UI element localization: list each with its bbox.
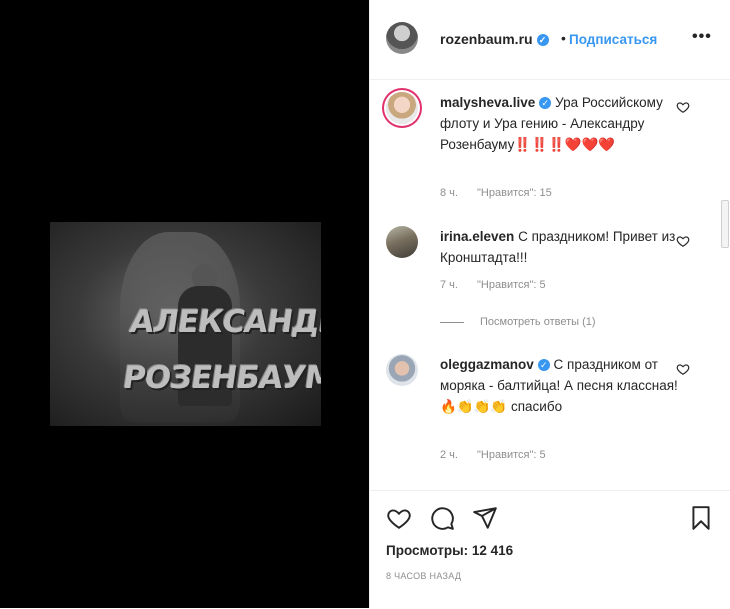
- verified-icon: ✓: [536, 34, 549, 46]
- verified-icon: ✓: [539, 97, 552, 109]
- comment-item: malysheva.live ✓ Ура Российскому флоту и …: [370, 86, 730, 206]
- comment-likes[interactable]: "Нравится": 5: [477, 449, 546, 461]
- post-timestamp: 8 ЧАСОВ НАЗАД: [386, 571, 462, 581]
- video-player[interactable]: АЛЕКСАНДР РОЗЕНБАУМ: [0, 0, 369, 608]
- post-header: rozenbaum.ru ✓ • Подписаться •••: [370, 0, 730, 80]
- verified-icon: ✓: [537, 359, 550, 371]
- more-icon: •••: [692, 28, 712, 45]
- post-author[interactable]: rozenbaum.ru ✓: [440, 31, 549, 47]
- comment-meta: 2 ч. "Нравится": 5: [440, 449, 562, 461]
- share-icon[interactable]: [472, 505, 498, 531]
- view-replies-label[interactable]: Посмотреть ответы (1): [480, 316, 596, 328]
- video-frame: АЛЕКСАНДР РОЗЕНБАУМ: [50, 222, 321, 426]
- post-author-username[interactable]: rozenbaum.ru: [440, 31, 533, 47]
- comments-scrollbar[interactable]: [721, 200, 729, 248]
- avatar[interactable]: [386, 22, 418, 54]
- comment-item: oleggazmanov ✓ С праздником от моряка - б…: [370, 348, 730, 478]
- bookmark-icon[interactable]: [688, 505, 714, 531]
- separator-dot: •: [561, 30, 566, 46]
- heart-icon[interactable]: [676, 100, 690, 114]
- comment-meta: 7 ч. "Нравится": 5: [440, 279, 562, 291]
- avatar[interactable]: [386, 354, 418, 386]
- comment-likes[interactable]: "Нравится": 5: [477, 279, 546, 291]
- comment-likes[interactable]: "Нравится": 15: [477, 187, 552, 199]
- video-title-line-1: АЛЕКСАНДР: [127, 304, 321, 340]
- view-count[interactable]: Просмотры: 12 416: [386, 543, 513, 558]
- post-actions: Просмотры: 12 416 8 ЧАСОВ НАЗАД: [370, 490, 730, 609]
- heart-icon[interactable]: [386, 505, 412, 531]
- comment-time: 2 ч.: [440, 449, 458, 461]
- comment-meta: 8 ч. "Нравится": 15: [440, 187, 568, 199]
- comment-username[interactable]: irina.eleven: [440, 229, 514, 244]
- comment-time: 7 ч.: [440, 279, 458, 291]
- comment-item: irina.eleven С праздником! Привет из Кро…: [370, 220, 730, 300]
- replies-line: [440, 321, 464, 323]
- comment-username[interactable]: malysheva.live: [440, 95, 535, 110]
- follow-button[interactable]: Подписаться: [569, 32, 657, 47]
- heart-icon[interactable]: [676, 362, 690, 376]
- video-title-line-2: РОЗЕНБАУМ: [120, 360, 321, 396]
- avatar[interactable]: [386, 226, 418, 258]
- comment-time: 8 ч.: [440, 187, 458, 199]
- view-replies-button[interactable]: Посмотреть ответы (1): [440, 316, 596, 328]
- comments-list[interactable]: malysheva.live ✓ Ура Российскому флоту и …: [370, 80, 730, 490]
- heart-icon[interactable]: [676, 234, 690, 248]
- comment-icon[interactable]: [429, 505, 455, 531]
- comment-body: irina.eleven С праздником! Привет из Кро…: [440, 226, 682, 268]
- comment-username[interactable]: oleggazmanov: [440, 357, 534, 372]
- avatar[interactable]: [386, 92, 418, 124]
- comment-body: oleggazmanov ✓ С праздником от моряка - б…: [440, 354, 682, 417]
- comment-body: malysheva.live ✓ Ура Российскому флоту и …: [440, 92, 682, 155]
- more-options-button[interactable]: •••: [692, 28, 712, 46]
